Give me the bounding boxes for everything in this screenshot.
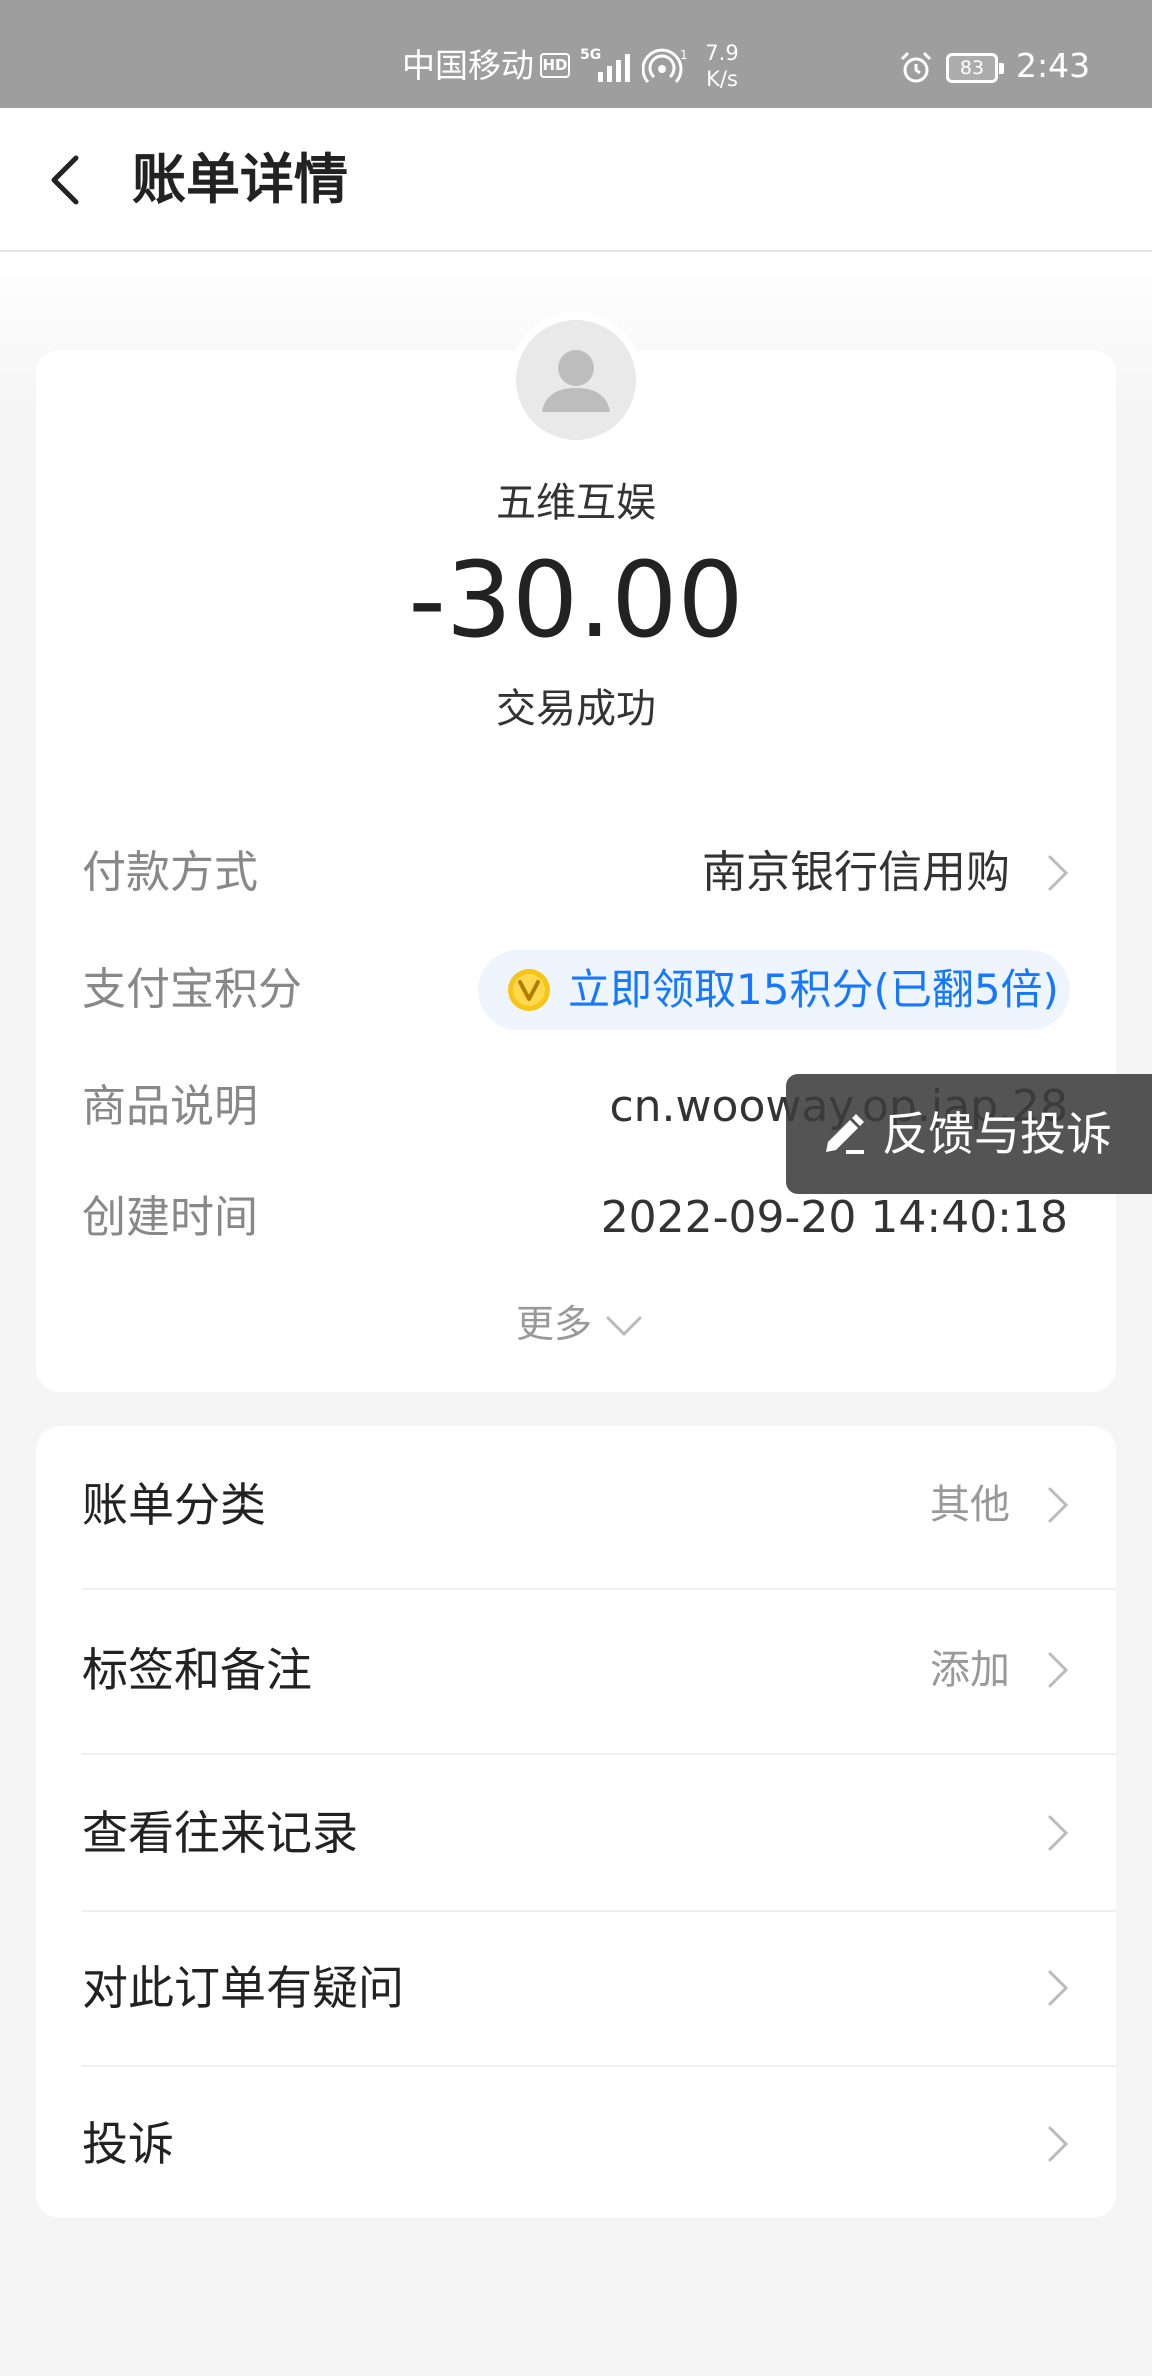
merchant-avatar (508, 312, 644, 448)
merchant-name: 五维互娱 (496, 480, 656, 526)
svg-text:1: 1 (680, 48, 688, 62)
hotspot-icon: 1 (642, 48, 688, 84)
chevron-right-icon[interactable] (1042, 851, 1072, 895)
created-time-label: 创建时间 (82, 1192, 258, 1243)
product-description-label: 商品说明 (82, 1081, 258, 1132)
chevron-right-icon (1048, 1652, 1069, 1688)
more-label: 更多 (516, 1302, 593, 1346)
action-value: 添加 (930, 1647, 1010, 1693)
user-placeholder-icon (542, 350, 610, 412)
action-label: 账单分类 (82, 1478, 266, 1532)
more-button[interactable]: 更多 (500, 1296, 660, 1352)
claim-points-label: 立即领取15积分(已翻5倍) (568, 965, 1059, 1014)
action-value: 其他 (930, 1482, 1010, 1528)
payment-method-label: 付款方式 (82, 847, 258, 898)
chevron-down-icon (606, 1316, 642, 1337)
nav-bar: 账单详情 (0, 108, 1152, 252)
chevron-right-icon (1048, 1815, 1069, 1851)
speed-value: 7.9 (705, 41, 739, 65)
action-order-question[interactable]: 对此订单有疑问 (36, 1910, 1116, 2066)
carrier-name: 中国移动 (402, 46, 534, 85)
payment-method-value[interactable]: 南京银行信用购 (702, 845, 1010, 901)
back-arrow-icon[interactable] (36, 144, 96, 216)
row-divider (82, 1588, 1116, 1590)
action-complaint[interactable]: 投诉 (36, 2066, 1116, 2222)
hd-badge: HD (540, 53, 570, 78)
clock: 2:43 (1016, 46, 1091, 85)
chevron-right-icon (1048, 2126, 1069, 2162)
action-tags-notes[interactable]: 标签和备注 添加 (36, 1592, 1116, 1748)
action-label: 标签和备注 (82, 1643, 312, 1697)
edit-pencil-icon (826, 1114, 864, 1154)
claim-points-button[interactable]: 立即领取15积分(已翻5倍) (478, 950, 1070, 1030)
page-title: 账单详情 (132, 148, 348, 211)
transaction-status: 交易成功 (496, 686, 656, 732)
action-label: 查看往来记录 (82, 1806, 358, 1860)
feedback-label: 反馈与投诉 (882, 1107, 1112, 1161)
alipay-points-label: 支付宝积分 (82, 964, 302, 1015)
points-coin-icon (508, 969, 550, 1011)
battery-indicator: 83 (946, 53, 1004, 83)
action-label: 对此订单有疑问 (82, 1961, 404, 2015)
action-label: 投诉 (82, 2117, 174, 2171)
network-speed: 7.9 K/s (700, 40, 744, 92)
speed-unit: K/s (706, 67, 738, 91)
action-bill-category[interactable]: 账单分类 其他 (36, 1427, 1116, 1583)
transaction-amount: -30.00 (408, 539, 744, 661)
action-view-history[interactable]: 查看往来记录 (36, 1755, 1116, 1911)
chevron-right-icon (1048, 1487, 1069, 1523)
status-bar: 中国移动 HD 5G 1 7.9 K/s 83 2:43 (0, 0, 1152, 108)
created-time-value: 2022-09-20 14:40:18 (600, 1192, 1068, 1243)
feedback-complaint-button[interactable]: 反馈与投诉 (786, 1074, 1152, 1194)
alarm-icon (900, 51, 932, 83)
signal-icon (598, 54, 630, 82)
chevron-right-icon (1048, 1970, 1069, 2006)
